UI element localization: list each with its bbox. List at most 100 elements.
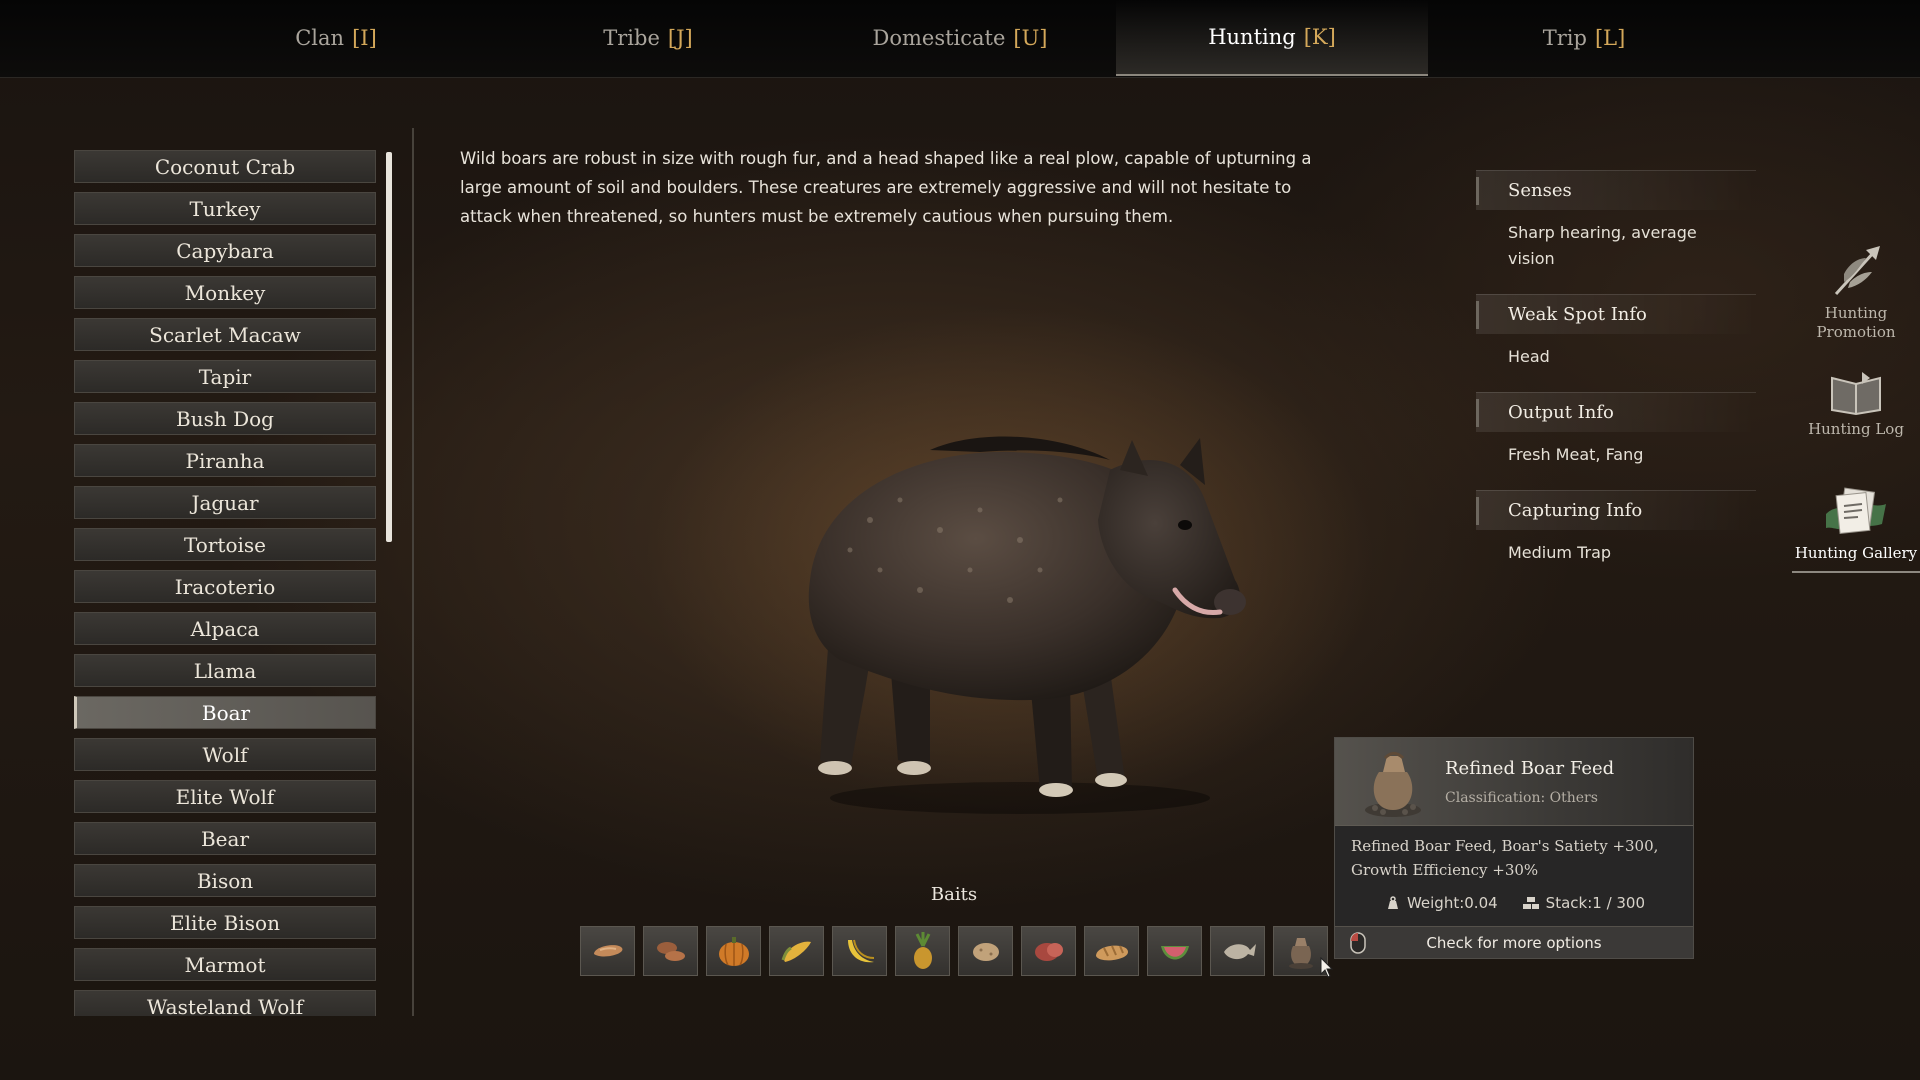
tooltip-classification: Classification: Others: [1445, 790, 1598, 806]
bait-slot-potato[interactable]: [958, 926, 1013, 976]
bait-slot-bread[interactable]: [1084, 926, 1139, 976]
animal-item-turkey[interactable]: Turkey: [74, 192, 376, 225]
animal-item-wolf[interactable]: Wolf: [74, 738, 376, 771]
tab-tribe[interactable]: Tribe [J]: [492, 0, 804, 76]
info-panel: Senses Sharp hearing, average vision Wea…: [1476, 170, 1756, 588]
list-scrollbar[interactable]: [386, 152, 392, 542]
animal-item-wasteland-wolf[interactable]: Wasteland Wolf: [74, 990, 376, 1016]
weight-value: Weight:0.04: [1406, 894, 1498, 912]
tab-hotkey: [U]: [1013, 26, 1048, 50]
boar-model: [808, 436, 1246, 814]
animal-item-piranha[interactable]: Piranha: [74, 444, 376, 477]
animal-item-bear[interactable]: Bear: [74, 822, 376, 855]
animal-item-llama[interactable]: Llama: [74, 654, 376, 687]
tab-label: Hunting: [1208, 25, 1296, 49]
bait-slot-sausage[interactable]: [580, 926, 635, 976]
tooltip-description: Refined Boar Feed, Boar's Satiety +300, …: [1351, 837, 1659, 879]
animal-item-marmot[interactable]: Marmot: [74, 948, 376, 981]
feed-bag-icon: [1288, 938, 1313, 969]
bait-slot-meat[interactable]: [1021, 926, 1076, 976]
sweet-potato-icon: [656, 942, 685, 961]
output-value: Fresh Meat, Fang: [1508, 445, 1644, 464]
tab-hotkey: [J]: [667, 26, 693, 50]
tab-trip[interactable]: Trip [L]: [1428, 0, 1740, 76]
bait-slot-pumpkin[interactable]: [706, 926, 761, 976]
animal-item-boar[interactable]: Boar: [74, 696, 376, 729]
animal-item-iracoterio[interactable]: Iracoterio: [74, 570, 376, 603]
capturing-value: Medium Trap: [1508, 543, 1612, 562]
tab-domesticate[interactable]: Domesticate [U]: [804, 0, 1116, 76]
book-icon: [1831, 372, 1881, 416]
weak-spot-heading: Weak Spot Info: [1476, 294, 1756, 334]
weak-spot-section: Weak Spot Info Head: [1476, 294, 1756, 382]
output-heading: Output Info: [1476, 392, 1756, 432]
animal-item-elite-wolf[interactable]: Elite Wolf: [74, 780, 376, 813]
animal-item-capybara[interactable]: Capybara: [74, 234, 376, 267]
corn-icon: [781, 941, 811, 962]
hunting-promotion-label: Hunting Promotion: [1816, 304, 1896, 341]
fish-icon: [1223, 944, 1256, 960]
animal-item-jaguar[interactable]: Jaguar: [74, 486, 376, 519]
animal-item-tapir[interactable]: Tapir: [74, 360, 376, 393]
senses-value: Sharp hearing, average vision: [1508, 223, 1697, 268]
animal-item-scarlet-macaw[interactable]: Scarlet Macaw: [74, 318, 376, 351]
bait-slot-banana[interactable]: [832, 926, 887, 976]
feed-bag-icon: [1365, 752, 1421, 817]
weight-stat: Weight:0.04: [1385, 894, 1498, 912]
tab-hotkey: [L]: [1594, 26, 1626, 50]
animal-item-tortoise[interactable]: Tortoise: [74, 528, 376, 561]
hunting-promotion-button[interactable]: Hunting Promotion: [1792, 244, 1920, 342]
bait-slot-fish[interactable]: [1210, 926, 1265, 976]
bait-slot-pineapple[interactable]: [895, 926, 950, 976]
spear-feather-icon: [1834, 246, 1880, 296]
bait-slot-melon[interactable]: [1147, 926, 1202, 976]
output-section: Output Info Fresh Meat, Fang: [1476, 392, 1756, 480]
hunting-gallery-label: Hunting Gallery: [1794, 544, 1918, 562]
weak-spot-value: Head: [1508, 347, 1550, 366]
tab-label: Trip: [1542, 26, 1587, 50]
tab-clan[interactable]: Clan [I]: [180, 0, 492, 76]
pineapple-icon: [913, 932, 932, 969]
animal-item-coconut-crab[interactable]: Coconut Crab: [74, 150, 376, 183]
stack-icon: [1522, 897, 1539, 909]
senses-section: Senses Sharp hearing, average vision: [1476, 170, 1756, 284]
weight-icon: [1387, 896, 1398, 909]
bait-slot-corn[interactable]: [769, 926, 824, 976]
potato-icon: [972, 943, 999, 961]
stack-stat: Stack:1 / 300: [1522, 894, 1645, 912]
tab-label: Clan: [295, 26, 345, 50]
tooltip-stats: Weight:0.04 Stack:1 / 300: [1335, 894, 1695, 912]
animal-item-elite-bison[interactable]: Elite Bison: [74, 906, 376, 939]
capturing-heading: Capturing Info: [1476, 490, 1756, 530]
banana-icon: [847, 939, 874, 963]
animal-item-monkey[interactable]: Monkey: [74, 276, 376, 309]
mouse-cursor-icon: [1320, 957, 1334, 978]
gallery-pages-icon: [1826, 487, 1886, 535]
tab-hotkey: [I]: [352, 26, 377, 50]
hunting-gallery-button[interactable]: Hunting Gallery: [1792, 484, 1920, 573]
bread-icon: [1095, 945, 1128, 961]
animal-item-bison[interactable]: Bison: [74, 864, 376, 897]
item-tooltip: Refined Boar Feed Classification: Others…: [1334, 737, 1694, 959]
tab-hunting[interactable]: Hunting [K]: [1116, 0, 1428, 76]
mouse-icon: [1350, 932, 1366, 954]
baits-title: Baits: [930, 884, 978, 905]
list-divider: [412, 128, 414, 1016]
melon-icon: [1160, 946, 1189, 960]
tab-label: Domesticate: [872, 26, 1006, 50]
tooltip-item-name: Refined Boar Feed: [1445, 758, 1615, 779]
check-more-options-button[interactable]: Check for more options: [1335, 926, 1693, 958]
senses-heading: Senses: [1476, 170, 1756, 210]
hunting-log-label: Hunting Log: [1808, 420, 1904, 438]
animal-item-alpaca[interactable]: Alpaca: [74, 612, 376, 645]
pumpkin-icon: [718, 937, 749, 966]
capturing-section: Capturing Info Medium Trap: [1476, 490, 1756, 578]
meat-icon: [1034, 943, 1063, 961]
bait-slot-sweet-potato[interactable]: [643, 926, 698, 976]
hunting-log-button[interactable]: Hunting Log: [1792, 368, 1920, 439]
stack-value: Stack:1 / 300: [1545, 894, 1646, 912]
top-tab-bar: Clan [I] Tribe [J] Domesticate [U] Hunti…: [0, 0, 1920, 78]
check-more-options-label: Check for more options: [1426, 933, 1602, 952]
tab-label: Tribe: [603, 26, 660, 50]
animal-item-bush-dog[interactable]: Bush Dog: [74, 402, 376, 435]
